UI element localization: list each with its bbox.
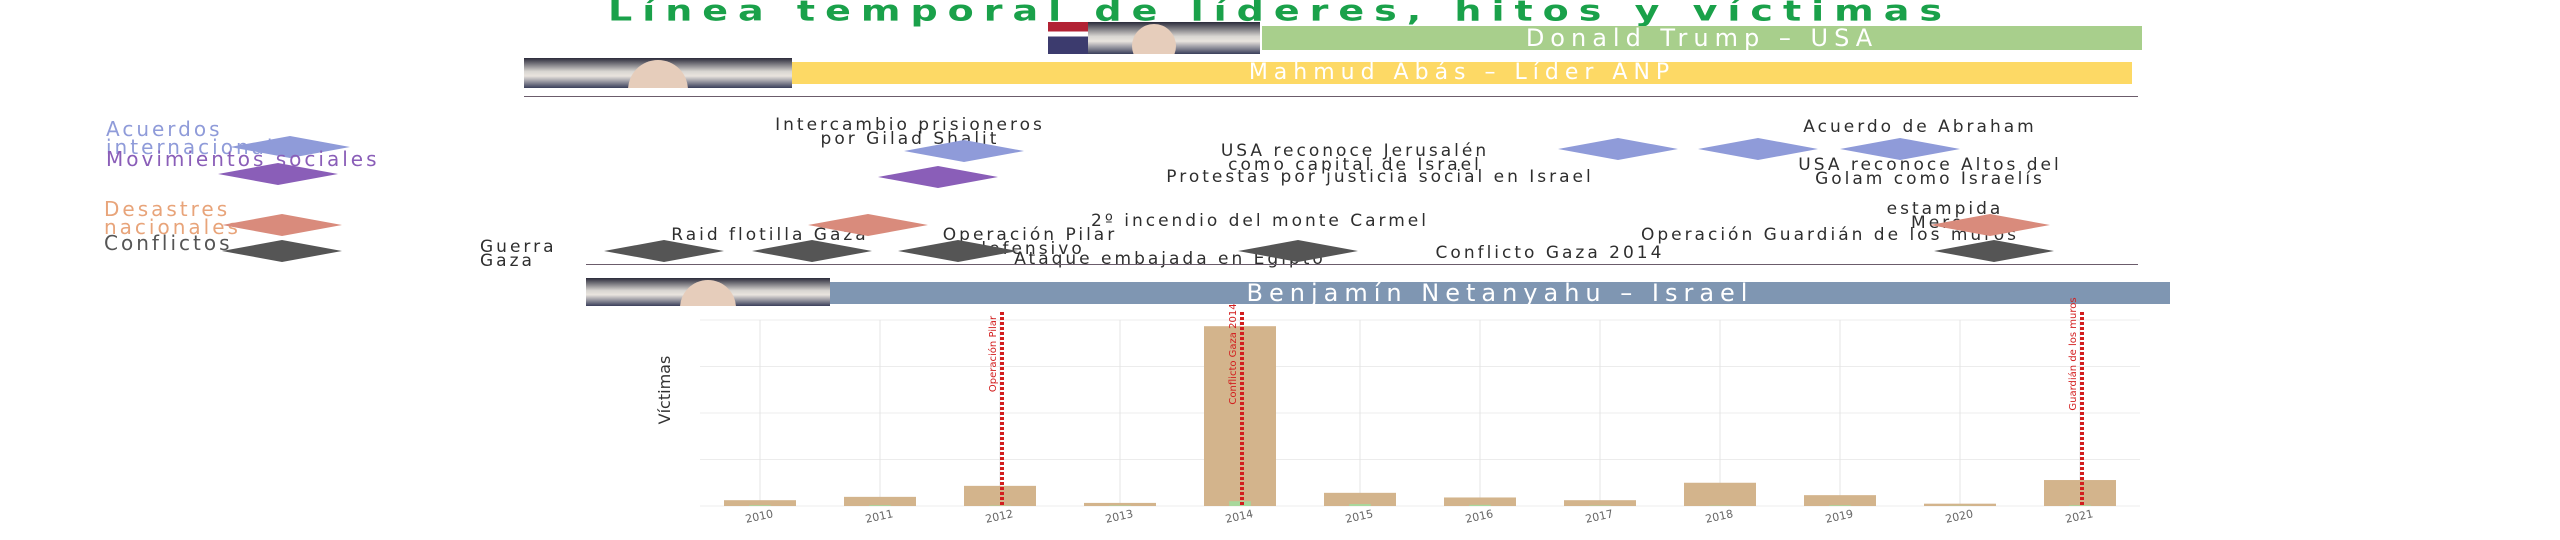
bar-secondary-2010 (749, 505, 771, 506)
x-tick-label: 2021 (2064, 507, 2094, 526)
bar-2015 (1324, 492, 1396, 506)
marker-label: Guardián de los muros (2067, 297, 2079, 410)
marker-label: Operación Pilar (987, 315, 999, 392)
bar-secondary-2015 (1349, 504, 1371, 506)
bar-secondary-2021 (2069, 505, 2091, 506)
x-tick-label: 2017 (1584, 507, 1614, 526)
bar-secondary-2016 (1469, 504, 1491, 506)
x-tick-label: 2012 (984, 507, 1014, 526)
x-tick-label: 2015 (1344, 507, 1374, 526)
x-tick-label: 2018 (1704, 507, 1734, 526)
bar-2020 (1924, 503, 1996, 506)
victims-bar-chart: 2010 2011 2012 2013 2014 2015 2016 2017 2018 2019… (655, 297, 2140, 526)
x-tick-label: 2010 (744, 507, 774, 526)
x-tick-label: 2016 (1464, 507, 1494, 526)
x-tick-label: 2013 (1104, 507, 1134, 526)
x-tick-label: 2011 (864, 507, 894, 526)
x-tick-label: 2014 (1224, 507, 1254, 526)
x-tick-label: 2019 (1824, 507, 1854, 526)
bar-2018 (1684, 482, 1756, 506)
marker-label: Conflicto Gaza 2014 (1228, 303, 1239, 404)
bar-2017 (1564, 500, 1636, 506)
bar-2011 (844, 496, 916, 506)
bar-2010 (724, 500, 796, 506)
bar-2016 (1444, 497, 1516, 506)
bar-secondary-2011 (869, 505, 891, 506)
bar-2019 (1804, 495, 1876, 506)
bar-secondary-2019 (1829, 505, 1851, 506)
x-tick-label: 2020 (1944, 507, 1974, 526)
y-axis-label: Víctimas (655, 356, 674, 425)
